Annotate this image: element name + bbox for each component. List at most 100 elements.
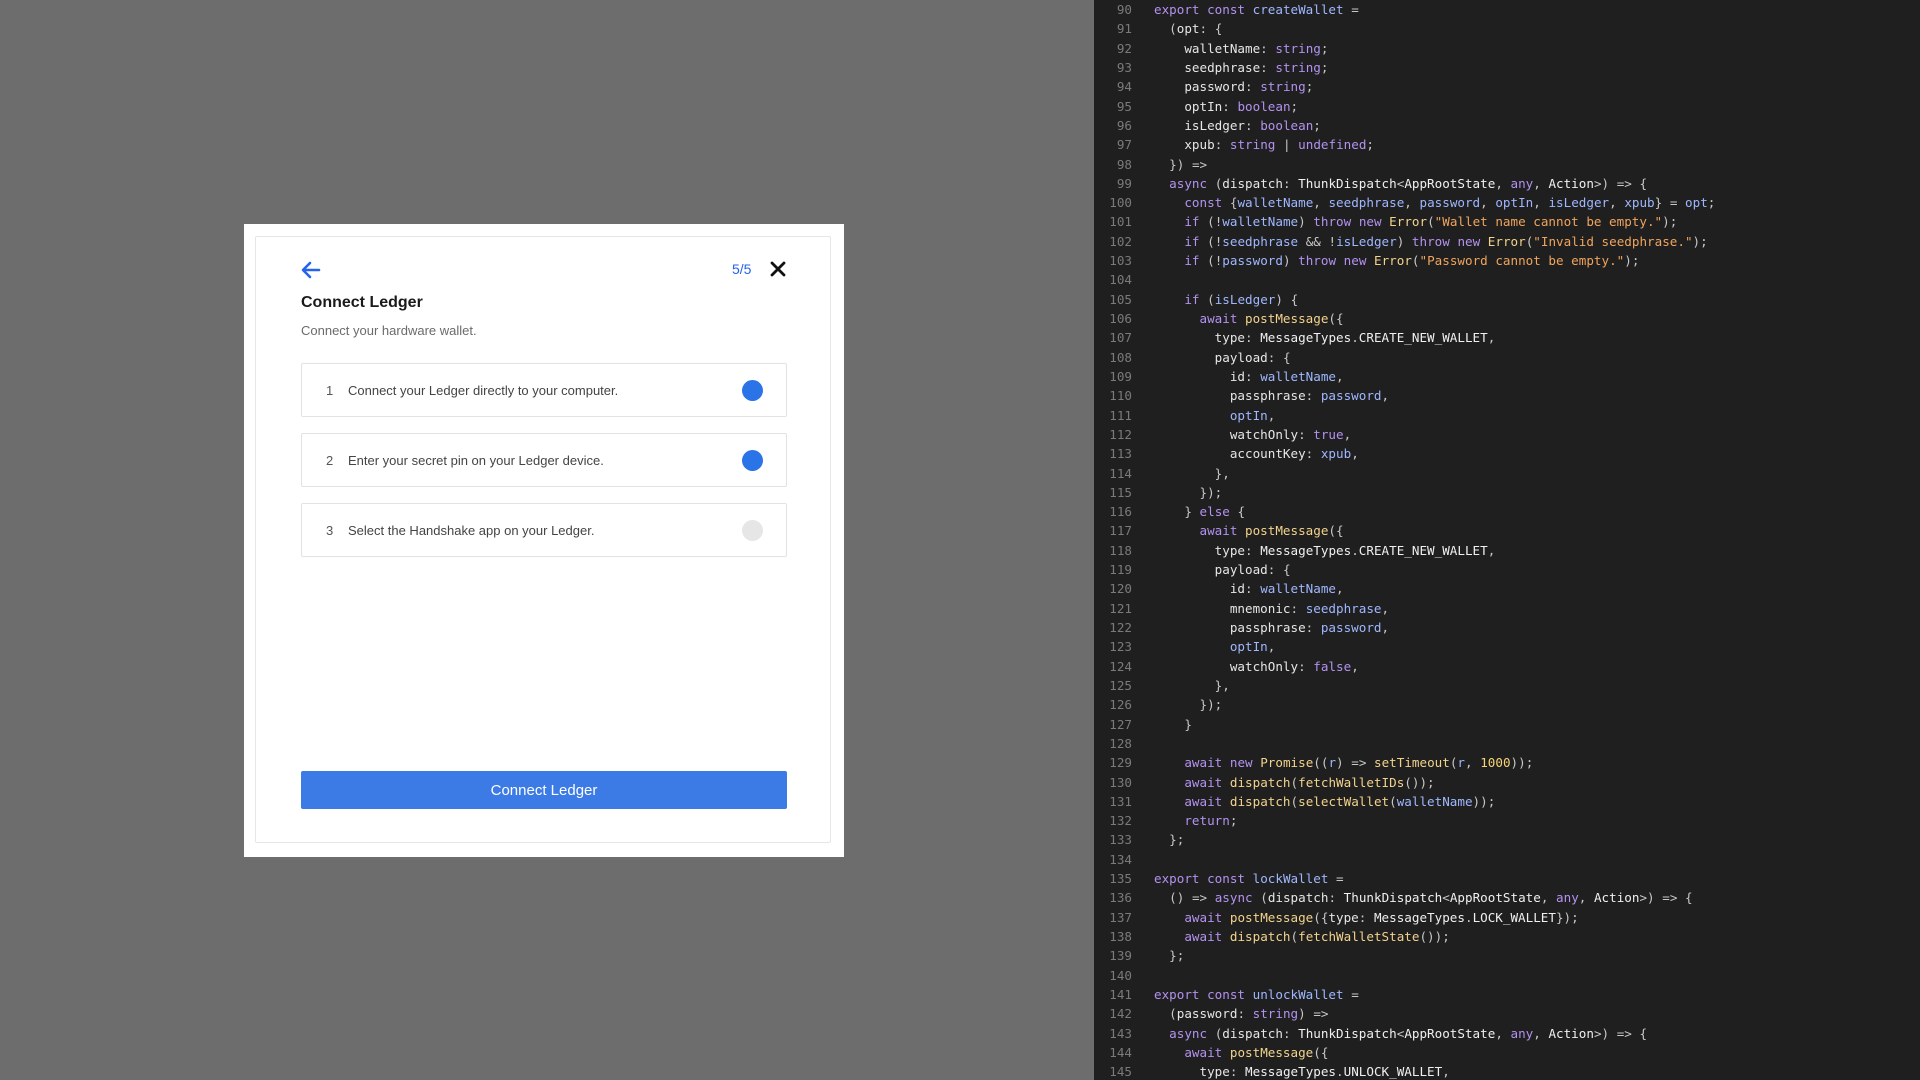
code-line[interactable]: 123 optIn, <box>1094 637 1920 656</box>
line-code[interactable]: }); <box>1154 483 1223 502</box>
code-line[interactable]: 93 seedphrase: string; <box>1094 58 1920 77</box>
line-code[interactable]: password: string; <box>1154 77 1313 96</box>
line-code[interactable]: xpub: string | undefined; <box>1154 135 1374 154</box>
line-code[interactable]: await dispatch(fetchWalletState()); <box>1154 927 1449 946</box>
code-line[interactable]: 94 password: string; <box>1094 77 1920 96</box>
code-line[interactable]: 132 return; <box>1094 811 1920 830</box>
line-code[interactable]: await dispatch(fetchWalletIDs()); <box>1154 773 1434 792</box>
line-code[interactable]: async (dispatch: ThunkDispatch<AppRootSt… <box>1154 1024 1647 1043</box>
line-code[interactable]: type: MessageTypes.UNLOCK_WALLET, <box>1154 1062 1450 1080</box>
code-line[interactable]: 109 id: walletName, <box>1094 367 1920 386</box>
line-code[interactable]: if (isLedger) { <box>1154 290 1298 309</box>
code-line[interactable]: 130 await dispatch(fetchWalletIDs()); <box>1094 773 1920 792</box>
code-line[interactable]: 133 }; <box>1094 830 1920 849</box>
code-line[interactable]: 139 }; <box>1094 946 1920 965</box>
code-line[interactable]: 136 () => async (dispatch: ThunkDispatch… <box>1094 888 1920 907</box>
code-line[interactable]: 106 await postMessage({ <box>1094 309 1920 328</box>
line-code[interactable]: if (!seedphrase && !isLedger) throw new … <box>1154 232 1707 251</box>
line-code[interactable]: passphrase: password, <box>1154 386 1389 405</box>
line-code[interactable]: if (!password) throw new Error("Password… <box>1154 251 1639 270</box>
code-line[interactable]: 91 (opt: { <box>1094 19 1920 38</box>
line-code[interactable]: }; <box>1154 946 1184 965</box>
line-code[interactable]: if (!walletName) throw new Error("Wallet… <box>1154 212 1677 231</box>
code-line[interactable]: 143 async (dispatch: ThunkDispatch<AppRo… <box>1094 1024 1920 1043</box>
code-line[interactable]: 126 }); <box>1094 695 1920 714</box>
code-line[interactable]: 135 export const lockWallet = <box>1094 869 1920 888</box>
line-code[interactable]: seedphrase: string; <box>1154 58 1328 77</box>
line-code[interactable]: await postMessage({type: MessageTypes.LO… <box>1154 908 1578 927</box>
line-code[interactable]: id: walletName, <box>1154 579 1344 598</box>
line-code[interactable]: optIn, <box>1154 637 1276 656</box>
line-code[interactable]: return; <box>1154 811 1237 830</box>
line-code[interactable]: payload: { <box>1154 348 1291 367</box>
line-code[interactable]: }; <box>1154 830 1184 849</box>
code-line[interactable]: 129 await new Promise((r) => setTimeout(… <box>1094 753 1920 772</box>
line-code[interactable]: }); <box>1154 695 1223 714</box>
line-code[interactable]: optIn: boolean; <box>1154 97 1298 116</box>
code-line[interactable]: 121 mnemonic: seedphrase, <box>1094 599 1920 618</box>
code-line[interactable]: 113 accountKey: xpub, <box>1094 444 1920 463</box>
connect-ledger-button[interactable]: Connect Ledger <box>301 771 787 809</box>
code-line[interactable]: 128 <box>1094 734 1920 753</box>
code-line[interactable]: 131 await dispatch(selectWallet(walletNa… <box>1094 792 1920 811</box>
code-line[interactable]: 118 type: MessageTypes.CREATE_NEW_WALLET… <box>1094 541 1920 560</box>
line-code[interactable]: export const createWallet = <box>1154 0 1359 19</box>
line-code[interactable]: async (dispatch: ThunkDispatch<AppRootSt… <box>1154 174 1647 193</box>
code-line[interactable]: 125 }, <box>1094 676 1920 695</box>
code-editor[interactable]: 90 export const createWallet = 91 (opt: {9… <box>1094 0 1920 1080</box>
code-line[interactable]: 97 xpub: string | undefined; <box>1094 135 1920 154</box>
code-line[interactable]: 105 if (isLedger) { <box>1094 290 1920 309</box>
line-code[interactable]: watchOnly: false, <box>1154 657 1359 676</box>
code-line[interactable]: 104 <box>1094 270 1920 289</box>
code-line[interactable]: 96 isLedger: boolean; <box>1094 116 1920 135</box>
code-line[interactable]: 124 watchOnly: false, <box>1094 657 1920 676</box>
code-line[interactable]: 92 walletName: string; <box>1094 39 1920 58</box>
code-line[interactable]: 95 optIn: boolean; <box>1094 97 1920 116</box>
line-code[interactable]: optIn, <box>1154 406 1276 425</box>
code-line[interactable]: 101 if (!walletName) throw new Error("Wa… <box>1094 212 1920 231</box>
code-line[interactable]: 111 optIn, <box>1094 406 1920 425</box>
line-code[interactable]: } <box>1154 715 1192 734</box>
line-code[interactable]: id: walletName, <box>1154 367 1344 386</box>
code-line[interactable]: 137 await postMessage({type: MessageType… <box>1094 908 1920 927</box>
back-button[interactable] <box>300 259 322 281</box>
line-code[interactable]: walletName: string; <box>1154 39 1328 58</box>
code-line[interactable]: 98 }) => <box>1094 155 1920 174</box>
code-line[interactable]: 127 } <box>1094 715 1920 734</box>
code-line[interactable]: 141 export const unlockWallet = <box>1094 985 1920 1004</box>
line-code[interactable]: const {walletName, seedphrase, password,… <box>1154 193 1715 212</box>
line-code[interactable]: (opt: { <box>1154 19 1222 38</box>
code-line[interactable]: 134 <box>1094 850 1920 869</box>
code-line[interactable]: 103 if (!password) throw new Error("Pass… <box>1094 251 1920 270</box>
line-code[interactable]: payload: { <box>1154 560 1291 579</box>
line-code[interactable]: }, <box>1154 676 1230 695</box>
code-line[interactable]: 102 if (!seedphrase && !isLedger) throw … <box>1094 232 1920 251</box>
code-line[interactable]: 110 passphrase: password, <box>1094 386 1920 405</box>
close-button[interactable] <box>769 260 787 278</box>
line-code[interactable]: (password: string) => <box>1154 1004 1328 1023</box>
code-line[interactable]: 99 async (dispatch: ThunkDispatch<AppRoo… <box>1094 174 1920 193</box>
line-code[interactable]: await postMessage({ <box>1154 1043 1328 1062</box>
line-code[interactable]: await new Promise((r) => setTimeout(r, 1… <box>1154 753 1533 772</box>
code-line[interactable]: 115 }); <box>1094 483 1920 502</box>
code-line[interactable]: 107 type: MessageTypes.CREATE_NEW_WALLET… <box>1094 328 1920 347</box>
line-code[interactable]: } else { <box>1154 502 1245 521</box>
line-code[interactable]: await postMessage({ <box>1154 521 1344 540</box>
line-code[interactable]: mnemonic: seedphrase, <box>1154 599 1389 618</box>
code-line[interactable]: 117 await postMessage({ <box>1094 521 1920 540</box>
code-line[interactable]: 114 }, <box>1094 464 1920 483</box>
line-code[interactable]: passphrase: password, <box>1154 618 1389 637</box>
line-code[interactable]: export const unlockWallet = <box>1154 985 1359 1004</box>
line-code[interactable]: type: MessageTypes.CREATE_NEW_WALLET, <box>1154 328 1496 347</box>
line-code[interactable]: await postMessage({ <box>1154 309 1344 328</box>
code-line[interactable]: 100 const {walletName, seedphrase, passw… <box>1094 193 1920 212</box>
line-code[interactable]: }) => <box>1154 155 1207 174</box>
code-line[interactable]: 145 type: MessageTypes.UNLOCK_WALLET, <box>1094 1062 1920 1080</box>
code-line[interactable]: 144 await postMessage({ <box>1094 1043 1920 1062</box>
code-line[interactable]: 140 <box>1094 966 1920 985</box>
line-code[interactable]: isLedger: boolean; <box>1154 116 1321 135</box>
code-line[interactable]: 122 passphrase: password, <box>1094 618 1920 637</box>
line-code[interactable]: () => async (dispatch: ThunkDispatch<App… <box>1154 888 1692 907</box>
line-code[interactable]: await dispatch(selectWallet(walletName))… <box>1154 792 1495 811</box>
line-code[interactable]: export const lockWallet = <box>1154 869 1344 888</box>
